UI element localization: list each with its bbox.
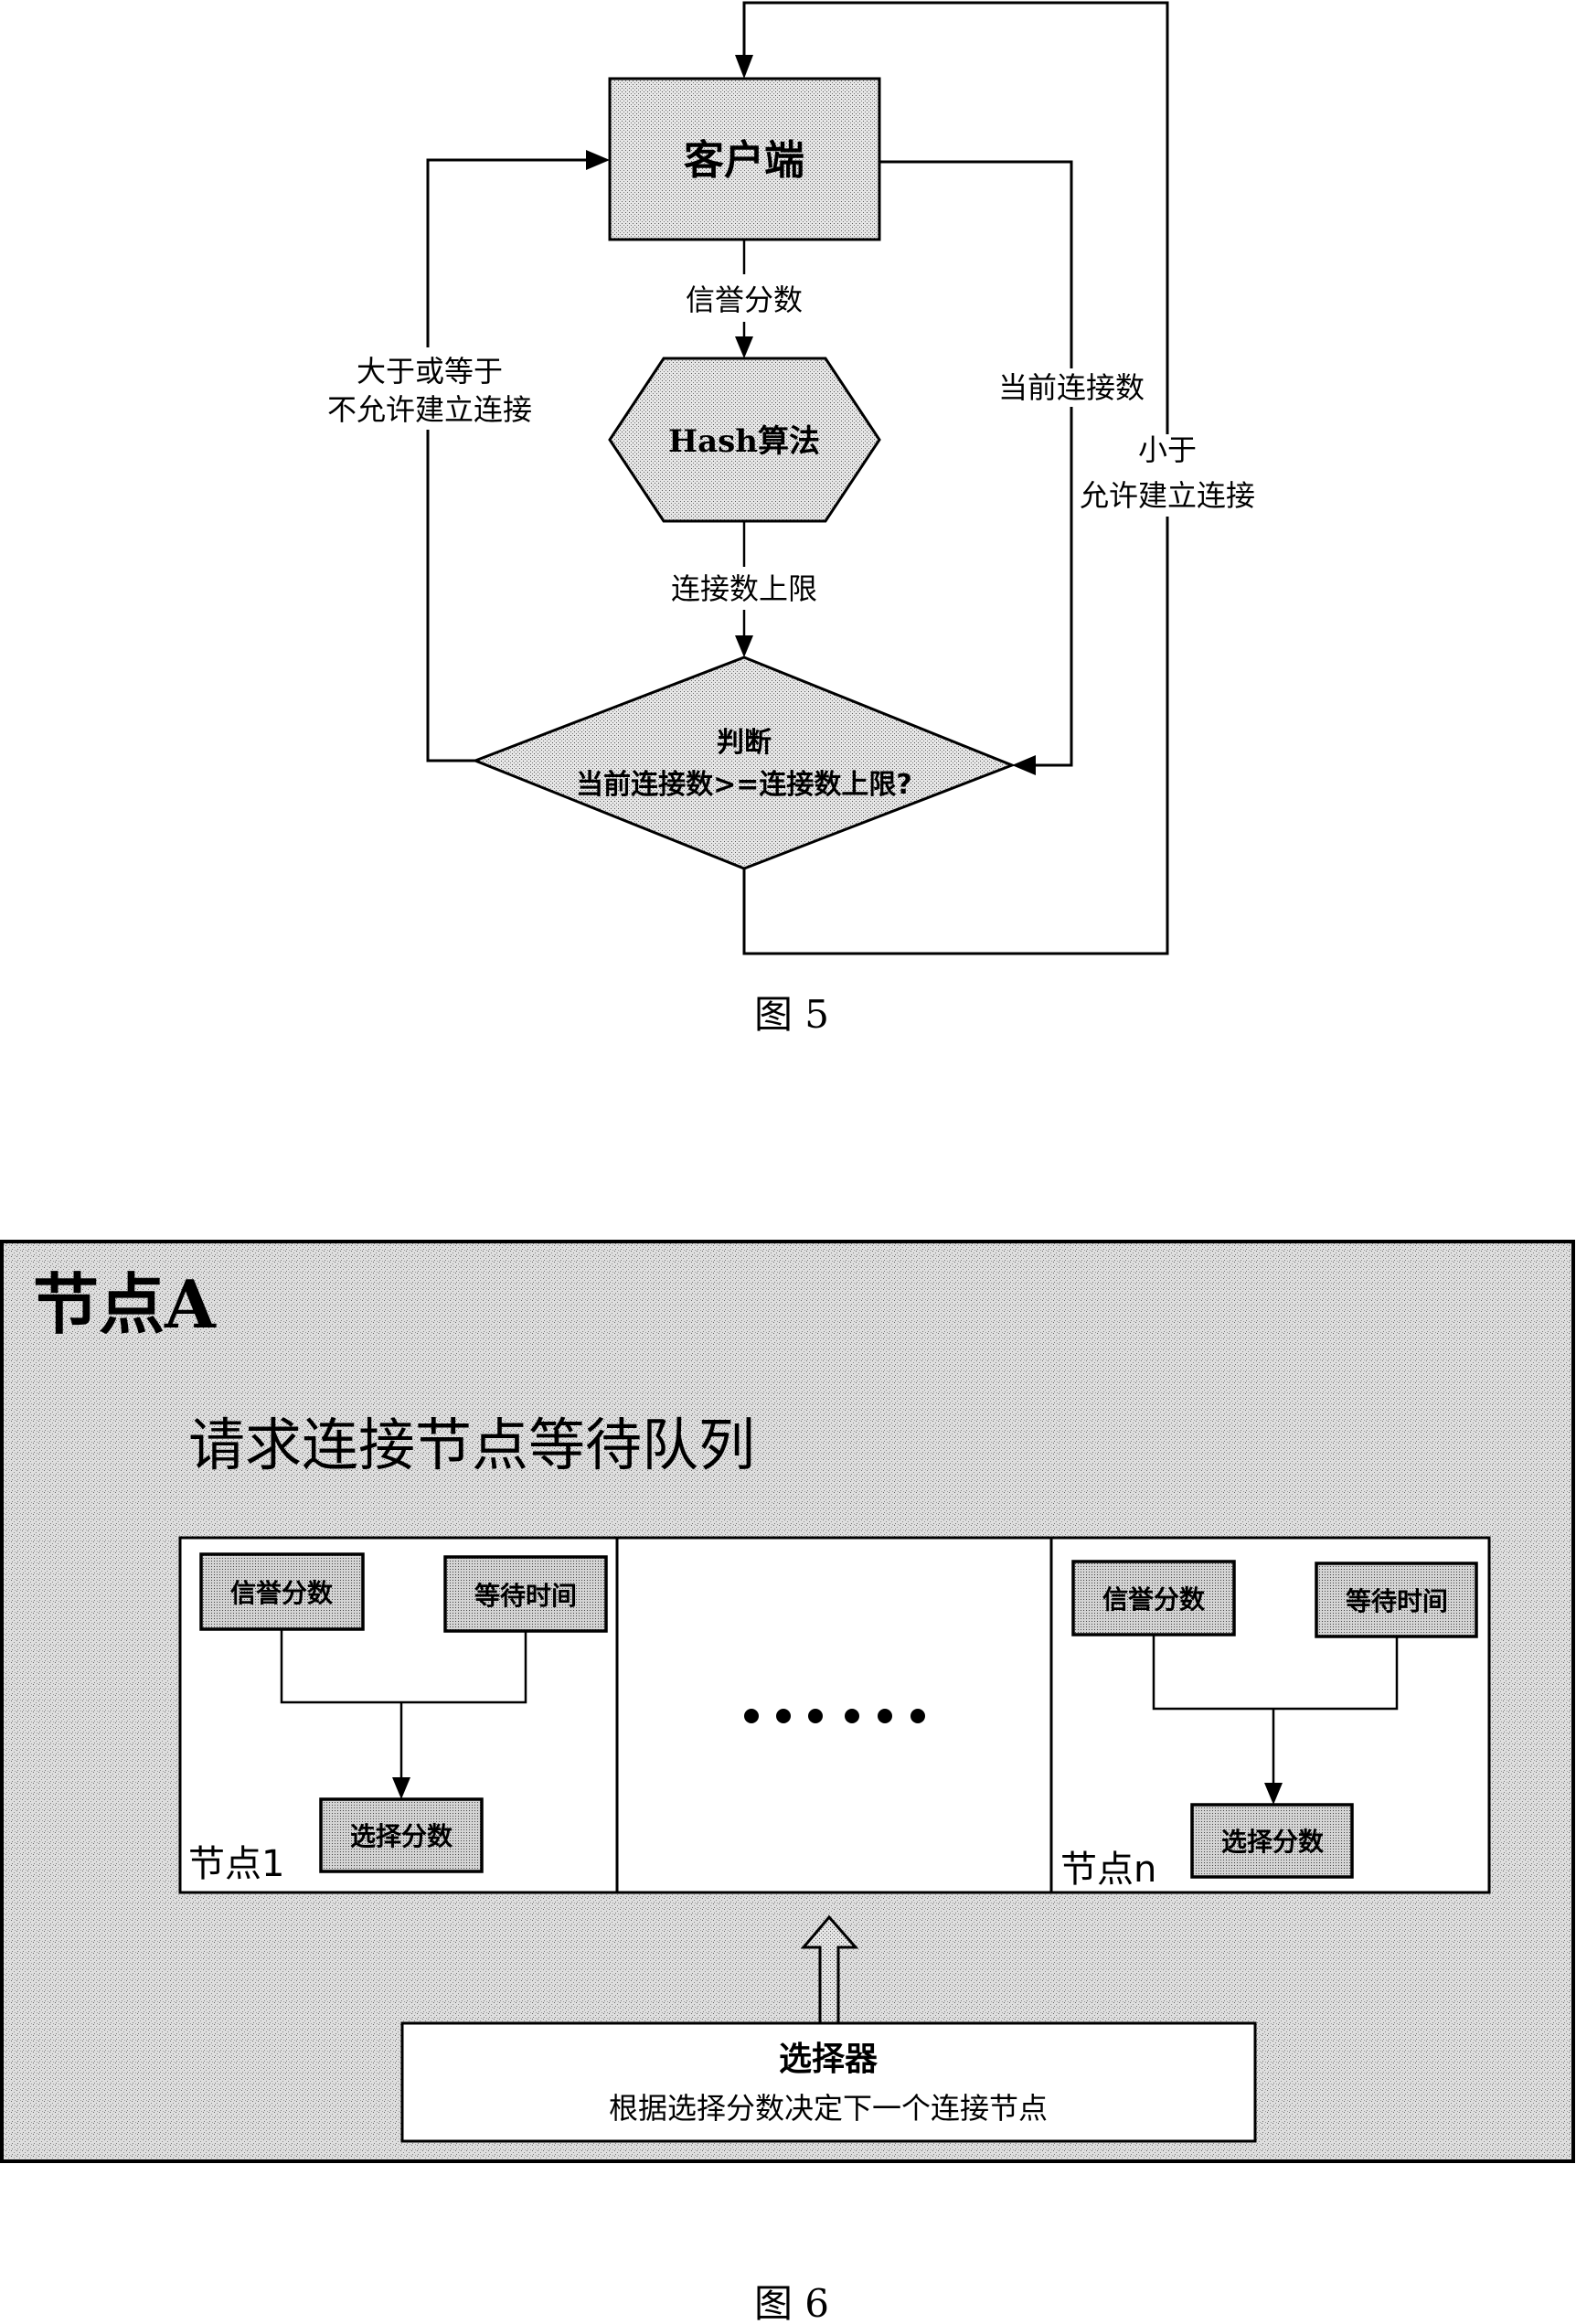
decision-diamond [471, 656, 1017, 870]
selector-title: 选择器 [779, 2041, 879, 2078]
wait-time-label: 等待时间 [1346, 1586, 1448, 1616]
figure-6-caption: 图 6 [754, 2281, 829, 2324]
ellipsis-dot [878, 1709, 892, 1723]
left-branch-label-line1: 大于或等于 [357, 354, 503, 389]
left-branch-label-line2: 不允许建立连接 [327, 392, 532, 427]
edge-label-limit: 连接数上限 [671, 571, 817, 606]
queue-title: 请求连接节点等待队列 [188, 1412, 755, 1478]
edge-label-reputation: 信誉分数 [686, 283, 803, 317]
current-connections-connector [879, 160, 1073, 767]
client-label: 客户端 [684, 137, 804, 184]
decision-title: 判断 [717, 727, 772, 759]
reputation-score-label: 信誉分数 [230, 1578, 334, 1608]
node-label: 节点1 [188, 1843, 284, 1885]
hash-label: Hash算法 [668, 423, 820, 460]
arrowhead-into-decision [735, 635, 753, 657]
figure-5: 客户端 信誉分数 Hash算法 连接数上限 判断 当前连接数>=连接数上限? 大… [320, 1, 1262, 1037]
ellipsis-dot [776, 1709, 791, 1723]
figure-5-caption: 图 5 [754, 992, 829, 1037]
ellipsis-dot [744, 1709, 759, 1723]
select-score-label: 选择分数 [1221, 1827, 1325, 1857]
right-branch-label-line2: 允许建立连接 [1080, 478, 1255, 513]
select-score-label: 选择分数 [350, 1821, 453, 1851]
selector-description: 根据选择分数决定下一个连接节点 [609, 2091, 1048, 2126]
node-label: 节点n [1060, 1849, 1156, 1891]
node-a-title: 节点A [33, 1265, 217, 1343]
ellipsis-dot [845, 1709, 859, 1723]
diagram-canvas: 客户端 信誉分数 Hash算法 连接数上限 判断 当前连接数>=连接数上限? 大… [0, 1, 1575, 2324]
decision-condition: 当前连接数>=连接数上限? [576, 769, 912, 801]
reputation-score-label: 信誉分数 [1102, 1584, 1206, 1615]
wait-time-label: 等待时间 [474, 1581, 577, 1611]
figure-6: 节点A 请求连接节点等待队列 信誉分数 等待时间 选择分数 节点1 信誉分数 等… [0, 1240, 1575, 2324]
right-branch-label-line1: 小于 [1138, 432, 1197, 467]
ellipsis-dot [910, 1709, 925, 1723]
right-edge-label: 当前连接数 [998, 370, 1145, 405]
arrowhead-into-hash [735, 336, 753, 358]
ellipsis-dot [808, 1709, 823, 1723]
left-branch-connector [426, 158, 588, 762]
arrowhead-into-client-left [586, 150, 610, 170]
arrowhead-into-client-top [735, 55, 753, 79]
arrowhead-into-decision-right [1012, 755, 1036, 775]
